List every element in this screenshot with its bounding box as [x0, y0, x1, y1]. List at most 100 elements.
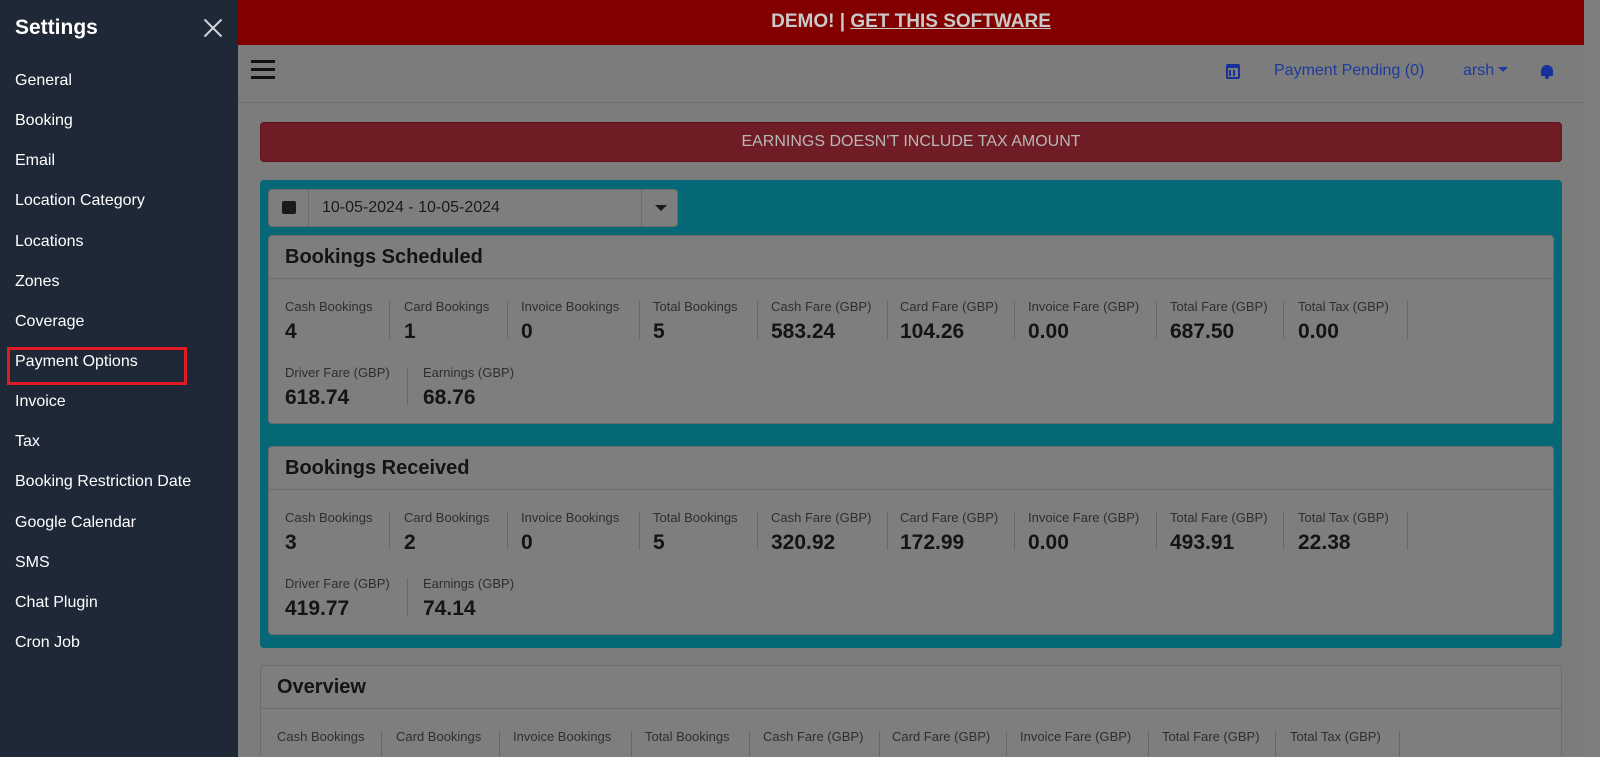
sidebar-item-zones[interactable]: Zones [0, 262, 238, 302]
demo-label: DEMO! | [771, 11, 851, 32]
stat-label: Total Fare (GBP) [1170, 299, 1268, 314]
stat-value: 74.14 [423, 597, 476, 620]
stat-label: Card Fare (GBP) [892, 729, 991, 744]
sidebar-item-email[interactable]: Email [0, 141, 238, 181]
stat-value: 0 [521, 531, 533, 554]
stat-cash-bookings: Cash Bookings 3 [285, 510, 390, 554]
stat-total-tax: Total Tax (GBP) 0.00 [1298, 299, 1408, 343]
stat-label: Cash Fare (GBP) [771, 510, 872, 525]
stat-label: Card Bookings [404, 510, 490, 525]
stat-value: 68.76 [423, 386, 476, 409]
stat-label: Total Tax (GBP) [1298, 510, 1389, 525]
get-software-link[interactable]: GET THIS SOFTWARE [850, 11, 1051, 32]
stat-driver-fare: Driver Fare (GBP) 618.74 [285, 365, 408, 409]
stat-card-fare: Card Fare (GBP) [892, 729, 1007, 757]
sidebar-item-coverage[interactable]: Coverage [0, 302, 238, 342]
payment-pending-link[interactable]: Payment Pending (0) [1274, 62, 1424, 80]
sidebar-item-sms[interactable]: SMS [0, 543, 238, 583]
stat-total-bookings: Total Bookings 5 [653, 299, 758, 343]
stat-label: Invoice Bookings [513, 729, 612, 744]
stat-cash-bookings: Cash Bookings [277, 729, 382, 757]
stat-total-fare: Total Fare (GBP) 687.50 [1170, 299, 1284, 343]
sidebar-item-google-calendar[interactable]: Google Calendar [0, 503, 238, 543]
tax-alert: EARNINGS DOESN'T INCLUDE TAX AMOUNT [260, 122, 1562, 162]
stat-label: Total Tax (GBP) [1298, 299, 1389, 314]
calendar-icon [269, 190, 309, 226]
date-range-value: 10-05-2024 - 10-05-2024 [322, 199, 500, 216]
bookings-scheduled-card: Bookings Scheduled Cash Bookings 4 Card B… [268, 235, 1554, 424]
stat-label: Total Fare (GBP) [1170, 510, 1268, 525]
stat-label: Invoice Bookings [521, 299, 620, 314]
date-range-picker[interactable]: 10-05-2024 - 10-05-2024 [268, 189, 678, 227]
stat-total-bookings: Total Bookings 5 [653, 510, 758, 554]
stat-card-fare: Card Fare (GBP) 172.99 [900, 510, 1015, 554]
main-area: DEMO! | GET THIS SOFTWARE Payment Pendin… [238, 0, 1600, 757]
stat-cash-bookings: Cash Bookings 4 [285, 299, 390, 343]
stat-value: 4 [285, 320, 297, 343]
hamburger-menu-icon[interactable] [251, 60, 275, 80]
sidebar-item-tax[interactable]: Tax [0, 422, 238, 462]
stat-label: Cash Bookings [285, 299, 373, 314]
stat-label: Earnings (GBP) [423, 365, 515, 380]
demo-banner: DEMO! | GET THIS SOFTWARE [238, 0, 1584, 45]
calendar-icon[interactable] [1226, 64, 1240, 79]
stat-label: Total Bookings [653, 299, 738, 314]
stat-label: Invoice Bookings [521, 510, 620, 525]
stat-total-tax: Total Tax (GBP) [1290, 729, 1400, 757]
stat-label: Earnings (GBP) [423, 576, 515, 591]
sidebar-item-payment-options[interactable]: Payment Options [0, 342, 238, 386]
page-scrollbar[interactable] [1584, 0, 1600, 757]
sidebar-item-cron-job[interactable]: Cron Job [0, 623, 238, 663]
user-dropdown[interactable]: arsh [1463, 62, 1508, 80]
stat-label: Invoice Fare (GBP) [1020, 729, 1132, 744]
stat-label: Cash Bookings [277, 729, 365, 744]
stat-value: 320.92 [771, 531, 836, 554]
sidebar-item-chat-plugin[interactable]: Chat Plugin [0, 583, 238, 623]
stat-value: 687.50 [1170, 320, 1235, 343]
stat-value: 1 [404, 320, 416, 343]
stat-label: Total Tax (GBP) [1290, 729, 1381, 744]
stat-card-fare: Card Fare (GBP) 104.26 [900, 299, 1015, 343]
sidebar-item-general[interactable]: General [0, 61, 238, 101]
stat-invoice-bookings: Invoice Bookings 0 [521, 299, 640, 343]
stat-label: Driver Fare (GBP) [285, 576, 390, 591]
stat-invoice-fare: Invoice Fare (GBP) [1020, 729, 1149, 757]
stat-value: 618.74 [285, 386, 350, 409]
card-title: Overview [261, 666, 1561, 709]
sidebar-item-locations[interactable]: Locations [0, 222, 238, 262]
stat-driver-fare: Driver Fare (GBP) 419.77 [285, 576, 408, 620]
stat-invoice-bookings: Invoice Bookings 0 [521, 510, 640, 554]
stat-label: Card Bookings [396, 729, 482, 744]
stat-value: 104.26 [900, 320, 965, 343]
card-title: Bookings Scheduled [269, 236, 1553, 279]
sidebar-item-location-category[interactable]: Location Category [0, 181, 238, 221]
stat-invoice-fare: Invoice Fare (GBP) 0.00 [1028, 510, 1157, 554]
stat-label: Card Fare (GBP) [900, 510, 999, 525]
stat-earnings: Earnings (GBP) 68.76 [423, 365, 533, 409]
stat-value: 3 [285, 531, 297, 554]
stat-value: 419.77 [285, 597, 350, 620]
stat-card-bookings: Card Bookings [396, 729, 500, 757]
stat-value: 0 [521, 320, 533, 343]
sidebar-item-booking[interactable]: Booking [0, 101, 238, 141]
stat-label: Card Fare (GBP) [900, 299, 999, 314]
sidebar-item-invoice[interactable]: Invoice [0, 382, 238, 422]
bell-icon[interactable] [1540, 65, 1554, 79]
stat-total-fare: Total Fare (GBP) 493.91 [1170, 510, 1284, 554]
stat-value: 493.91 [1170, 531, 1235, 554]
settings-sidebar: Settings General Booking Email Location … [0, 0, 238, 757]
stat-value: 22.38 [1298, 531, 1351, 554]
bookings-received-card: Bookings Received Cash Bookings 3 Card Bo… [268, 446, 1554, 635]
stat-invoice-fare: Invoice Fare (GBP) 0.00 [1028, 299, 1157, 343]
stat-label: Cash Fare (GBP) [771, 299, 872, 314]
stat-label: Card Bookings [404, 299, 490, 314]
chevron-down-icon[interactable] [641, 190, 677, 226]
close-icon[interactable] [203, 18, 223, 38]
stat-earnings: Earnings (GBP) 74.14 [423, 576, 533, 620]
sidebar-item-booking-restriction-date[interactable]: Booking Restriction Date [0, 462, 238, 502]
stat-value: 0.00 [1028, 320, 1069, 343]
stat-label: Invoice Fare (GBP) [1028, 299, 1140, 314]
sidebar-title: Settings [15, 16, 98, 39]
top-navbar: Payment Pending (0) arsh [238, 45, 1584, 103]
stat-value: 2 [404, 531, 416, 554]
